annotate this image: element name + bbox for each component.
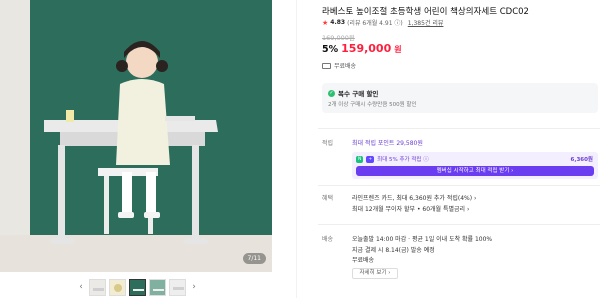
section-divider — [318, 185, 600, 186]
points-extra-amount: 6,360원 — [570, 157, 593, 163]
chevron-left-icon[interactable]: ‹ — [76, 282, 86, 292]
image-counter: 7/11 — [242, 253, 266, 264]
check-icon: ✓ — [328, 89, 335, 97]
truck-icon — [322, 62, 331, 69]
coupon-title-row: ✓ 복수 구매 할인 — [328, 88, 378, 98]
benefit-installment-line[interactable]: 최대 12개월 무이자 할부 • 60개월 특별금리 › — [352, 204, 469, 213]
chevron-right-icon[interactable]: › — [189, 282, 199, 292]
delivery-schedule-line: 지금 결제 시 8.14(금) 발송 예정 — [352, 247, 435, 254]
delivery-details-button[interactable]: 자세히 보기 › — [352, 268, 398, 279]
delivery-today-line: 오늘출발 14:00 마감 · 평균 1일 이내 도착 확률 100% — [352, 236, 493, 243]
membership-points-box: N + 최대 5% 추가 적립 ⓘ 6,360원 멤버십 시작하고 최대 적립 … — [352, 152, 598, 179]
points-max-text: 최대 적립 포인트 29,580원 — [352, 140, 423, 147]
rating-row: ★ 4.83 (리뷰 6개월 4.91 ⓘ) 1,385건 리뷰 — [322, 18, 444, 28]
product-title: 라베스토 높이조절 초등학생 어린이 책상의자세트 CDC02 — [322, 7, 529, 17]
free-shipping-text: 무료배송 — [334, 63, 357, 70]
star-icon: ★ — [322, 18, 329, 27]
review-count-link[interactable]: 1,385건 리뷰 — [408, 18, 444, 27]
multi-buy-discount-box[interactable]: ✓ 복수 구매 할인 2개 이상 구매시 수량만큼 500원 할인 — [322, 83, 598, 113]
sale-price: 159,000 — [341, 42, 392, 55]
thumbnail[interactable] — [109, 278, 126, 296]
benefit-card-line[interactable]: 라인프렌즈 카드, 최대 6,360원 추가 적립(4%) › — [352, 193, 476, 202]
naver-badge: N — [356, 155, 364, 163]
coupon-title: 복수 구매 할인 — [338, 90, 379, 98]
coupon-subtitle: 2개 이상 구매시 수량만큼 500원 할인 — [328, 102, 417, 108]
membership-start-button[interactable]: 멤버십 시작하고 최대 적립 받기 › — [356, 166, 594, 176]
points-label: 적립 — [322, 140, 334, 147]
section-divider — [318, 224, 600, 225]
delivery-details-label: 자세히 보기 › — [359, 270, 391, 276]
free-shipping-badge: 무료배송 — [322, 61, 356, 70]
discount-rate: 5% — [322, 44, 339, 55]
product-gallery: 7/11 ‹ › — [0, 0, 296, 298]
rating-score: 4.83 — [330, 19, 346, 26]
price-row: 5% 159,000 원 — [322, 42, 402, 55]
thumbnail-active[interactable] — [129, 278, 146, 296]
points-extra-text: 최대 5% 추가 적립 ⓘ — [377, 157, 429, 163]
thumbnail[interactable] — [149, 278, 166, 296]
thumbnail-strip: ‹ › — [76, 276, 199, 298]
plus-badge: + — [366, 155, 375, 163]
rating-detail: (리뷰 6개월 4.91 ⓘ) — [347, 20, 403, 27]
thumbnail[interactable] — [169, 278, 186, 296]
currency-unit: 원 — [394, 45, 402, 54]
benefits-label: 혜택 — [322, 195, 334, 202]
vertical-divider — [296, 0, 297, 298]
thumbnail[interactable] — [89, 278, 106, 296]
points-extra-row: N + 최대 5% 추가 적립 ⓘ — [356, 155, 429, 163]
desk-child-photo — [0, 0, 272, 272]
product-info-panel: 라베스토 높이조절 초등학생 어린이 책상의자세트 CDC02 ★ 4.83 (… — [318, 0, 600, 298]
section-divider — [318, 128, 600, 129]
original-price: 169,000원 — [322, 34, 355, 42]
delivery-fee-line: 무료배송 — [352, 257, 375, 264]
delivery-label: 배송 — [322, 236, 334, 243]
main-product-photo[interactable]: 7/11 — [0, 0, 272, 272]
